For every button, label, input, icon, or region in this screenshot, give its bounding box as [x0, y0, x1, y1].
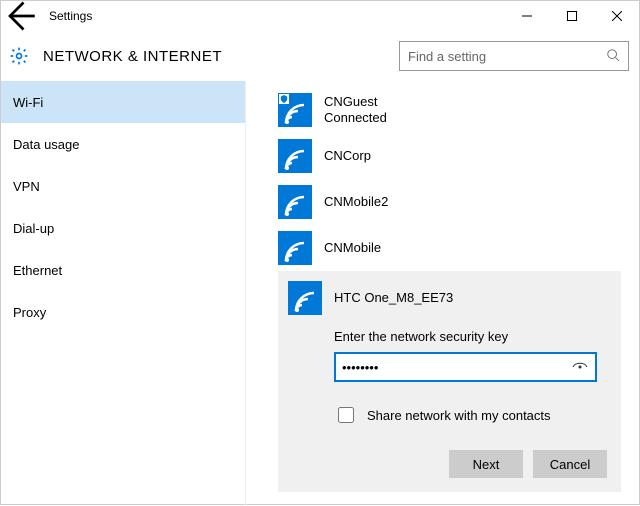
network-name: CNCorp: [324, 148, 371, 164]
wifi-icon: [278, 185, 312, 219]
sidebar-item-data-usage[interactable]: Data usage: [1, 123, 245, 165]
network-row[interactable]: CNCorp: [278, 133, 639, 179]
network-row[interactable]: Caroline's iPhone: [278, 500, 639, 506]
main-pane: CNGuest Connected CNCorp CNMobile2 CNMob…: [246, 81, 639, 506]
shield-icon: [279, 94, 289, 104]
share-contacts-row[interactable]: Share network with my contacts: [334, 404, 611, 426]
share-contacts-checkbox[interactable]: [338, 407, 354, 423]
page-header: NETWORK & INTERNET Find a setting: [1, 31, 639, 81]
close-button[interactable]: [594, 1, 639, 31]
window-title: Settings: [37, 9, 92, 23]
wifi-icon: [288, 281, 322, 315]
sidebar-item-proxy[interactable]: Proxy: [1, 291, 245, 333]
network-status: Connected: [324, 110, 387, 126]
next-button[interactable]: Next: [449, 450, 523, 478]
network-row[interactable]: CNGuest Connected: [278, 87, 639, 133]
network-name: CNMobile2: [324, 194, 388, 210]
network-name: HTC One_M8_EE73: [334, 290, 453, 306]
gear-icon: [1, 31, 37, 81]
network-row[interactable]: HTC One_M8_EE73: [288, 279, 611, 325]
reveal-password-icon[interactable]: [569, 352, 591, 382]
network-expanded-panel: HTC One_M8_EE73 Enter the network securi…: [278, 271, 621, 492]
back-button[interactable]: [1, 1, 37, 31]
titlebar: Settings: [1, 1, 639, 31]
search-input[interactable]: Find a setting: [399, 41, 629, 71]
network-name: CNGuest: [324, 94, 387, 110]
sidebar-item-ethernet[interactable]: Ethernet: [1, 249, 245, 291]
sidebar-item-vpn[interactable]: VPN: [1, 165, 245, 207]
password-input[interactable]: [334, 352, 597, 382]
wifi-icon: [278, 139, 312, 173]
wifi-icon: [278, 93, 312, 127]
password-prompt-label: Enter the network security key: [288, 329, 611, 344]
sidebar-item-dialup[interactable]: Dial-up: [1, 207, 245, 249]
wifi-icon: [278, 231, 312, 265]
page-title: NETWORK & INTERNET: [37, 48, 399, 65]
network-row[interactable]: CNMobile2: [278, 179, 639, 225]
network-name: CNMobile: [324, 240, 381, 256]
maximize-button[interactable]: [549, 1, 594, 31]
network-row[interactable]: CNMobile: [278, 225, 639, 271]
search-icon: [606, 48, 620, 65]
minimize-button[interactable]: [504, 1, 549, 31]
search-placeholder: Find a setting: [408, 49, 606, 64]
cancel-button[interactable]: Cancel: [533, 450, 607, 478]
share-contacts-label: Share network with my contacts: [367, 408, 551, 423]
sidebar: Wi-Fi Data usage VPN Dial-up Ethernet Pr…: [1, 81, 246, 506]
sidebar-item-wifi[interactable]: Wi-Fi: [1, 81, 245, 123]
